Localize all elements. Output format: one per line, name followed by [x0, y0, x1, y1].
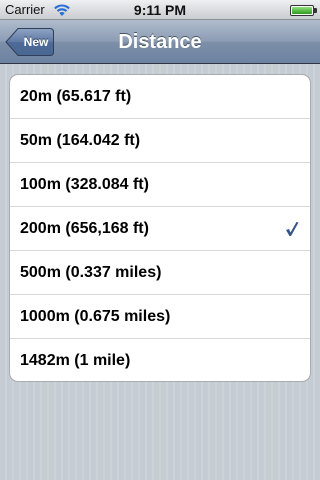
battery-icon — [290, 5, 314, 16]
list-item-200m[interactable]: 200m (656,168 ft) — [10, 207, 310, 251]
list-item-label: 20m (65.617 ft) — [20, 88, 132, 105]
list-item-label: 50m (164.042 ft) — [20, 132, 141, 149]
battery-tip — [314, 8, 317, 13]
list-item-500m[interactable]: 500m (0.337 miles) — [10, 251, 310, 295]
list-item-label: 1000m (0.675 miles) — [20, 308, 171, 325]
distance-list: 20m (65.617 ft) 50m (164.042 ft) 100m (3… — [9, 74, 311, 382]
list-item-1000m[interactable]: 1000m (0.675 miles) — [10, 295, 310, 339]
status-bar: Carrier 9:11 PM — [0, 0, 320, 20]
list-item-label: 1482m (1 mile) — [20, 352, 131, 369]
list-item-100m[interactable]: 100m (328.084 ft) — [10, 163, 310, 207]
list-item-label: 500m (0.337 miles) — [20, 264, 162, 281]
back-button[interactable]: New — [5, 27, 55, 57]
list-item-label: 200m (656,168 ft) — [20, 220, 149, 237]
list-item-20m[interactable]: 20m (65.617 ft) — [10, 75, 310, 119]
navigation-bar: Distance New — [0, 20, 320, 64]
status-time: 9:11 PM — [133, 2, 187, 18]
battery-level — [292, 7, 312, 14]
back-button-label: New — [23, 35, 49, 49]
list-item-1482m[interactable]: 1482m (1 mile) — [10, 339, 310, 381]
list-item-50m[interactable]: 50m (164.042 ft) — [10, 119, 310, 163]
checkmark-icon — [286, 222, 299, 236]
list-item-label: 100m (328.084 ft) — [20, 176, 149, 193]
